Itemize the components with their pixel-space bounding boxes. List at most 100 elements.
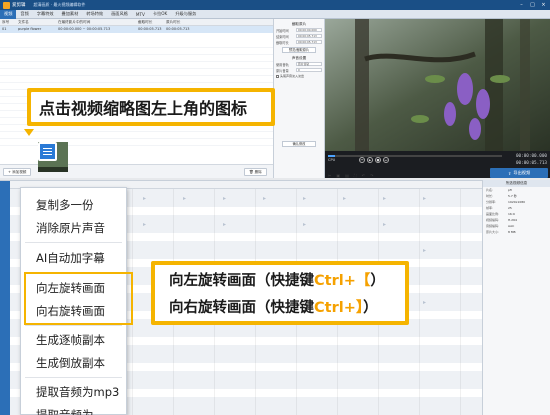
export-video-button[interactable]: ⇪ 导出视频	[490, 168, 548, 178]
arrow-right-icon: ▸	[263, 195, 267, 202]
arrow-right-icon: ▸	[143, 195, 147, 202]
thumbnail-menu-icon[interactable]	[38, 142, 57, 161]
rotate-options-highlight	[24, 272, 133, 325]
arrow-right-icon: ▸	[183, 195, 187, 202]
delete-button[interactable]: 🗑 删除	[244, 168, 267, 176]
menu-item-style[interactable]: 画面风格	[107, 10, 132, 19]
prev-icon[interactable]: ⏮	[359, 157, 365, 163]
stop-icon[interactable]: ■	[375, 157, 381, 163]
callout-top-text: 点击视频缩略图左上角的图标	[39, 99, 248, 118]
menu-item-duplicate[interactable]: 复制多一份	[36, 197, 94, 213]
scissors-icon[interactable]: ✂	[328, 173, 331, 178]
arrow-right-icon: ▸	[383, 195, 387, 202]
end-time-field[interactable]: 00:00:05.713	[296, 34, 322, 38]
add-video-button[interactable]: + 添加视频	[3, 168, 32, 176]
volume-label: 原片音量	[276, 68, 289, 73]
thumbnail-footer	[38, 167, 68, 172]
menu-item-overlay[interactable]: 叠加素材	[58, 10, 83, 19]
timeline-side-strip[interactable]	[0, 181, 10, 415]
end-label: 结束时间	[276, 34, 289, 39]
menu-item-frame-copy[interactable]: 生成逐帧副本	[36, 332, 105, 348]
column-header[interactable]: 序号	[0, 19, 16, 25]
play-icon[interactable]: ▶	[367, 157, 373, 163]
app-title: 爱剪辑	[12, 3, 26, 8]
start-label: 开始时间	[276, 28, 289, 33]
preview-frame	[325, 19, 550, 151]
seek-bar[interactable]	[328, 155, 502, 157]
menu-item-upgrade[interactable]: 升级与服务	[171, 10, 200, 19]
frame-label: CPU	[328, 158, 336, 162]
arrow-right-icon: ▸	[423, 195, 427, 202]
column-header[interactable]: 原片时长	[164, 19, 192, 25]
row-time: 00:00:00.000 ~ 00:00:05.713	[58, 27, 111, 31]
row-index: 01	[2, 27, 7, 31]
callout-line-rotate-right: 向右旋转画面（快捷键Ctrl+】）	[169, 300, 378, 316]
menu-item-karaoke[interactable]: 卡拉OK	[149, 10, 171, 19]
fade-checkbox[interactable]: 头尾声音淡入淡出	[274, 73, 324, 79]
add-icon: +	[8, 170, 12, 174]
media-list-header: 序号 文件名 在最终影片中的时间 截取时长 原片时长	[0, 19, 273, 26]
menu-item-audio[interactable]: 音频	[16, 10, 32, 19]
volume-field[interactable]: 0	[296, 68, 322, 72]
column-header[interactable]: 在最终影片中的时间	[56, 19, 136, 25]
property-row: 原片大小: 8 MB	[486, 230, 516, 234]
menu-item-extract-audio[interactable]: 提取音频为	[36, 407, 94, 415]
app-logo-icon	[3, 1, 10, 9]
row-filename: purple flower	[18, 27, 42, 31]
undo-icon[interactable]: ↶	[362, 173, 365, 178]
menu-item-transition[interactable]: 转场特效	[82, 10, 107, 19]
arrow-right-icon: ▸	[383, 221, 387, 228]
row-orig: 00:00:05.713	[166, 27, 190, 31]
menu-item-mtv[interactable]: MTV	[132, 10, 149, 19]
fullscreen-icon[interactable]: ⛶	[354, 173, 357, 178]
duration-field[interactable]: 00:00:05.713	[296, 40, 322, 44]
maximize-icon[interactable]: □	[528, 1, 537, 8]
window-controls: – □ ×	[517, 1, 548, 8]
menu-separator	[25, 325, 122, 326]
main-menu: 视频 音频 字幕特效 叠加素材 转场特效 画面风格 MTV 卡拉OK 升级与服务	[0, 9, 550, 19]
arrow-right-icon: ▸	[303, 195, 307, 202]
menu-separator	[25, 242, 122, 243]
seek-progress	[328, 155, 335, 157]
close-icon[interactable]: ×	[539, 1, 548, 8]
table-row[interactable]: 01 purple flower 00:00:00.000 ~ 00:00:05…	[0, 26, 273, 33]
context-menu: 复制多一份 消除原片声音 AI自动加字幕 向左旋转画面 向右旋转画面 生成逐帧副…	[20, 187, 133, 415]
arrow-right-icon: ▸	[143, 221, 147, 228]
settings-panel: 截取原片 开始时间 00:00:00.000 结束时间 00:00:05.713 截…	[274, 19, 325, 178]
start-time-field[interactable]: 00:00:00.000	[296, 28, 322, 32]
preview-trim-button[interactable]: 预览/截取原片	[282, 47, 316, 53]
camera-icon[interactable]: ▣	[336, 173, 340, 178]
column-header[interactable]: 文件名	[16, 19, 56, 25]
menu-item-extract-mp3[interactable]: 提取音频为mp3	[36, 384, 119, 400]
minimize-icon[interactable]: –	[517, 1, 526, 8]
export-icon: ⇪	[507, 170, 512, 176]
redo-icon[interactable]: ↷	[370, 173, 373, 178]
video-thumbnail[interactable]	[38, 142, 68, 172]
arrow-right-icon: ▸	[423, 247, 427, 254]
menu-item-mute-original[interactable]: 消除原片声音	[36, 220, 105, 236]
shortcut-key: Ctrl+【	[314, 273, 371, 289]
callout-line-rotate-left: 向左旋转画面（快捷键Ctrl+【）	[169, 273, 385, 289]
next-icon[interactable]: ⏭	[383, 157, 389, 163]
title-bar: 爱剪辑 超清画质 · 最火视频编辑软件 – □ ×	[0, 0, 550, 10]
video-preview[interactable]	[325, 19, 550, 151]
menu-item-subtitle[interactable]: 字幕特效	[33, 10, 58, 19]
menu-item-ai-subtitle[interactable]: AI自动加字幕	[36, 250, 105, 266]
trash-icon: 🗑	[249, 170, 254, 174]
document-title: 超清画质 · 最火视频编辑软件	[33, 2, 86, 7]
current-time: 00:00:00.000	[515, 154, 547, 159]
track-select[interactable]: 原片音轨	[296, 62, 322, 66]
folder-icon[interactable]: ▤	[345, 173, 349, 178]
arrow-right-icon: ▸	[423, 299, 427, 306]
duration-label: 截取时长	[276, 40, 289, 45]
properties-title: 所选视频信息	[483, 180, 550, 187]
callout-pointer	[24, 129, 34, 136]
confirm-button[interactable]: 确认修改	[282, 141, 316, 147]
menu-separator	[25, 377, 122, 378]
menu-item-video[interactable]: 视频	[0, 9, 17, 19]
arrow-right-icon: ▸	[343, 195, 347, 202]
callout-click-icon: 点击视频缩略图左上角的图标	[27, 88, 275, 126]
column-header[interactable]: 截取时长	[136, 19, 164, 25]
row-trim: 00:00:05.713	[138, 27, 162, 31]
menu-item-reverse-copy[interactable]: 生成倒放副本	[36, 355, 105, 371]
